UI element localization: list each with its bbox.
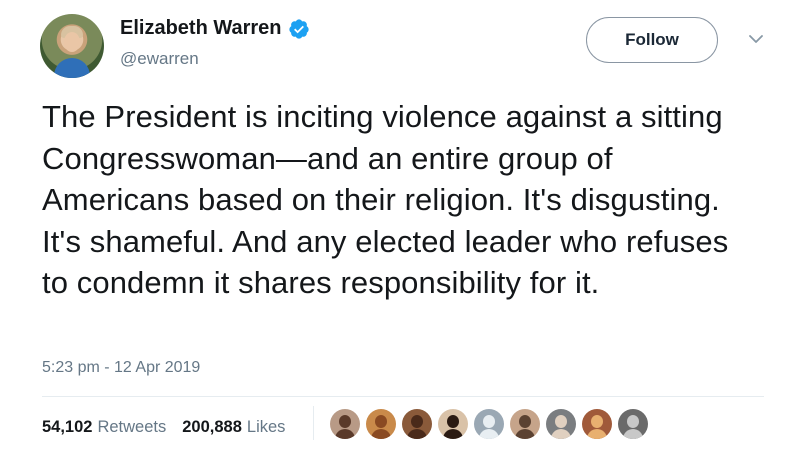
retweets-label: Retweets [97, 418, 167, 436]
liker-avatar[interactable] [582, 409, 612, 439]
retweets-count: 54,102 [42, 418, 93, 436]
liker-avatar[interactable] [618, 409, 648, 439]
liker-avatar-figure [483, 415, 495, 428]
liker-avatar-figure [519, 415, 531, 428]
verified-badge-icon [288, 18, 309, 39]
liker-avatar-figure [339, 415, 351, 428]
liker-avatar-figure [555, 415, 567, 428]
liker-avatar[interactable] [366, 409, 396, 439]
stats-separator [313, 406, 314, 440]
liker-avatar-figure [551, 429, 571, 439]
chevron-down-icon[interactable] [748, 33, 764, 45]
liker-avatar[interactable] [438, 409, 468, 439]
liker-avatar-figure [411, 415, 423, 428]
likes-stat[interactable]: 200,888 Likes [182, 418, 285, 437]
author-handle[interactable]: @ewarren [120, 49, 199, 69]
liker-avatar[interactable] [330, 409, 360, 439]
tweet-text: The President is inciting violence again… [42, 99, 729, 300]
liker-avatar-figure [447, 415, 459, 428]
liker-avatar[interactable] [546, 409, 576, 439]
liker-avatar-figure [627, 415, 639, 428]
follow-button[interactable]: Follow [586, 17, 718, 63]
author-name[interactable]: Elizabeth Warren [120, 17, 282, 40]
liker-avatar-figure [591, 415, 603, 428]
liker-avatar-figure [375, 415, 387, 428]
liker-avatar-figure [587, 429, 607, 439]
liker-avatar-figure [623, 429, 643, 439]
liker-avatars [330, 409, 648, 439]
retweets-stat[interactable]: 54,102 Retweets [42, 418, 166, 437]
liker-avatar[interactable] [510, 409, 540, 439]
likes-label: Likes [246, 418, 286, 436]
likes-count: 200,888 [182, 418, 242, 436]
liker-avatar-figure [371, 429, 391, 439]
tweet-stats: 54,102 Retweets 200,888 Likes [42, 418, 301, 437]
divider [42, 396, 764, 397]
liker-avatar-figure [443, 429, 463, 439]
author-name-row[interactable]: Elizabeth Warren [120, 17, 310, 40]
liker-avatar[interactable] [474, 409, 504, 439]
tweet-timestamp[interactable]: 5:23 pm - 12 Apr 2019 [42, 359, 200, 377]
liker-avatar[interactable] [402, 409, 432, 439]
profile-avatar[interactable] [40, 14, 104, 78]
liker-avatar-figure [479, 429, 499, 439]
liker-avatar-figure [515, 429, 535, 439]
liker-avatar-figure [407, 429, 427, 439]
liker-avatar-figure [335, 429, 355, 439]
